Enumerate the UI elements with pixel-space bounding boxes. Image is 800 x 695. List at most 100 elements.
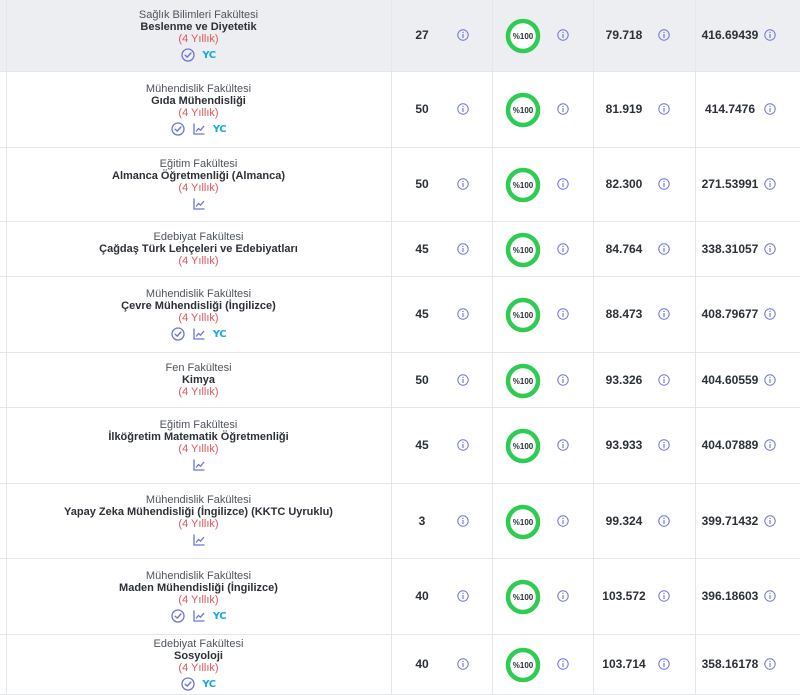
quota-info-button[interactable] [457,307,469,320]
rank-info-button[interactable] [764,589,776,602]
table-row[interactable]: Eğitim Fakültesi İlköğretim Matematik Öğr… [0,408,800,484]
quota-info-button[interactable] [457,438,469,451]
fill-info-button[interactable] [557,102,569,115]
program-duration: (4 Yıllık) [178,33,219,45]
column-divider [391,559,392,634]
fill-rate-badge-wrap: %100 [505,504,541,540]
faculty-name: Eğitim Fakültesi [159,158,238,170]
fill-info-button[interactable] [557,242,569,255]
fill-rate-badge-wrap: %100 [505,92,541,128]
table-row[interactable]: Mühendislik Fakültesi Gıda Mühendisliği (4… [0,72,800,148]
fill-rate-text: %100 [513,593,534,602]
rank-info-button[interactable] [764,102,776,115]
score-info-button[interactable] [658,373,670,386]
program-name[interactable]: Gıda Mühendisliği [6,95,391,107]
program-cell[interactable]: Eğitim Fakültesi İlköğretim Matematik Öğr… [6,419,391,472]
rank-info-button[interactable] [764,28,776,41]
fill-info-button[interactable] [557,28,569,41]
quota-info-button[interactable] [457,177,469,190]
quota-value: 40 [415,657,429,671]
score-value: 82.300 [605,177,643,191]
rank-info-button[interactable] [764,438,776,451]
score-info-button[interactable] [658,307,670,320]
table-row[interactable]: Sağlık Bilimleri Fakültesi Beslenme ve Di… [0,0,800,72]
score-info-button[interactable] [658,514,670,527]
program-cell[interactable]: Fen Fakültesi Kimya (4 Yıllık) [6,362,391,398]
yc-icon[interactable]: YC [202,50,216,61]
table-row[interactable]: Mühendislik Fakültesi Çevre Mühendisliği … [0,277,800,353]
rank-info-button[interactable] [764,307,776,320]
fill-info-button[interactable] [557,177,569,190]
fill-rate-badge: %100 [505,297,541,333]
program-name[interactable]: Sosyoloji [6,650,391,662]
program-icons: YC [6,677,391,691]
table-row[interactable]: Mühendislik Fakültesi Yapay Zeka Mühendis… [0,484,800,559]
fill-info-button[interactable] [557,514,569,527]
quota-info-button[interactable] [457,589,469,602]
rank-info-button[interactable] [764,242,776,255]
quota-info-button[interactable] [457,102,469,115]
score-info-button[interactable] [658,177,670,190]
rank-info-button[interactable] [764,373,776,386]
program-icons: YC [6,48,391,62]
fill-info-button[interactable] [557,373,569,386]
score-info-button[interactable] [658,657,670,670]
info-icon [457,178,469,190]
program-cell[interactable]: Mühendislik Fakültesi Gıda Mühendisliği (4… [6,83,391,136]
table-row[interactable]: Edebiyat Fakültesi Sosyoloji (4 Yıllık) YC… [0,635,800,695]
table-row[interactable]: Edebiyat Fakültesi Çağdaş Türk Lehçeleri … [0,222,800,277]
program-icons: YC [6,609,391,623]
score-info-button[interactable] [658,102,670,115]
score-info-button[interactable] [658,438,670,451]
program-name[interactable]: Kimya [6,374,391,386]
check-icon [181,48,196,62]
yc-icon[interactable]: YC [213,329,227,340]
info-icon [764,29,776,41]
program-name[interactable]: İlköğretim Matematik Öğretmenliği [6,431,391,443]
program-cell[interactable]: Mühendislik Fakültesi Maden Mühendisliği … [6,570,391,623]
table-row[interactable]: Fen Fakültesi Kimya (4 Yıllık) 50 %100 93.32… [0,353,800,408]
table-row[interactable]: Mühendislik Fakültesi Maden Mühendisliği … [0,559,800,635]
rank-info-button[interactable] [764,514,776,527]
fill-info-button[interactable] [557,307,569,320]
program-name[interactable]: Çevre Mühendisliği (İngilizce) [6,300,391,312]
info-icon [658,308,670,320]
program-name[interactable]: Almanca Öğretmenliği (Almanca) [6,170,391,182]
score-info-button[interactable] [658,28,670,41]
yc-icon[interactable]: YC [213,124,227,135]
info-icon [658,242,670,255]
fill-info-button[interactable] [557,589,569,602]
fill-info-button[interactable] [557,657,569,670]
rank-info-button[interactable] [764,657,776,670]
chart-icon [193,328,205,340]
yc-icon[interactable]: YC [202,679,216,690]
column-divider [695,484,696,558]
fill-rate-badge: %100 [505,167,541,203]
program-name[interactable]: Yapay Zeka Mühendisliği (İngilizce) (KKT… [6,506,391,518]
program-cell[interactable]: Eğitim Fakültesi Almanca Öğretmenliği (Al… [6,158,391,211]
quota-info-button[interactable] [457,242,469,255]
score-value: 88.473 [605,307,643,321]
score-info-button[interactable] [658,242,670,255]
faculty-name: Mühendislik Fakültesi [145,570,252,582]
yc-icon[interactable]: YC [213,611,227,622]
quota-info-button[interactable] [457,28,469,41]
program-name[interactable]: Beslenme ve Diyetetik [6,21,391,33]
fill-rate-badge-wrap: %100 [505,18,541,54]
rank-value: 408.79677 [701,307,759,321]
program-name[interactable]: Çağdaş Türk Lehçeleri ve Edebiyatları [6,243,391,255]
program-cell[interactable]: Mühendislik Fakültesi Çevre Mühendisliği … [6,288,391,341]
quota-info-button[interactable] [457,657,469,670]
program-cell[interactable]: Edebiyat Fakültesi Çağdaş Türk Lehçeleri … [6,231,391,267]
score-info-button[interactable] [658,589,670,602]
quota-info-button[interactable] [457,373,469,386]
quota-info-button[interactable] [457,514,469,527]
table-row[interactable]: Eğitim Fakültesi Almanca Öğretmenliği (Al… [0,148,800,222]
program-cell[interactable]: Sağlık Bilimleri Fakültesi Beslenme ve Di… [6,9,391,62]
rank-info-button[interactable] [764,177,776,190]
program-cell[interactable]: Mühendislik Fakültesi Yapay Zeka Mühendis… [6,494,391,547]
info-icon [557,242,569,255]
fill-info-button[interactable] [557,438,569,451]
program-name[interactable]: Maden Mühendisliği (İngilizce) [6,582,391,594]
program-cell[interactable]: Edebiyat Fakültesi Sosyoloji (4 Yıllık) YC [6,638,391,691]
